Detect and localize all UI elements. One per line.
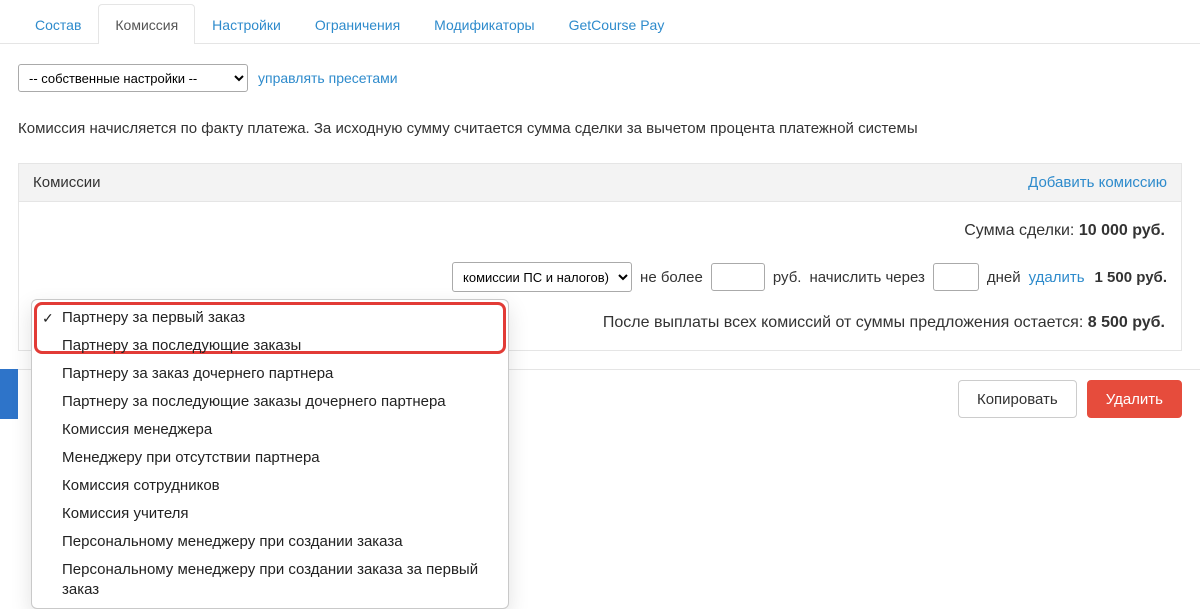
dd-item-4[interactable]: Комиссия менеджера [32, 416, 508, 444]
dd-item-0[interactable]: Партнеру за первый заказ [32, 304, 508, 332]
deal-sum-value: 10 000 руб. [1079, 222, 1165, 239]
limit-prefix: не более [640, 269, 703, 286]
tab-sostav[interactable]: Состав [18, 4, 98, 44]
deal-sum-label: Сумма сделки: [964, 222, 1079, 239]
base-select[interactable]: комиссии ПС и налогов) [452, 262, 632, 292]
days-input[interactable] [933, 263, 979, 291]
dd-item-9[interactable]: Персональному менеджеру при создании зак… [32, 556, 508, 604]
days-label: дней [987, 269, 1021, 286]
tab-getcourse-pay[interactable]: GetCourse Pay [552, 4, 682, 44]
dd-item-8[interactable]: Персональному менеджеру при создании зак… [32, 528, 508, 556]
preset-select[interactable]: -- собственные настройки -- [18, 64, 248, 92]
deal-sum-row: Сумма сделки: 10 000 руб. [33, 216, 1167, 258]
dd-item-7[interactable]: Комиссия учителя [32, 500, 508, 528]
dd-item-3[interactable]: Партнеру за последующие заказы дочернего… [32, 388, 508, 416]
remain-label: После выплаты всех комиссий от суммы пре… [603, 314, 1088, 331]
dd-item-6[interactable]: Комиссия сотрудников [32, 472, 508, 500]
tab-nastroyki[interactable]: Настройки [195, 4, 298, 44]
tab-ogranicheniya[interactable]: Ограничения [298, 4, 417, 44]
accrue-prefix: начислить через [809, 269, 924, 286]
remain-value: 8 500 руб. [1088, 314, 1165, 331]
panel-header: Комиссии Добавить комиссию [19, 164, 1181, 202]
add-commission-link[interactable]: Добавить комиссию [1028, 174, 1167, 191]
preset-row: -- собственные настройки -- управлять пр… [0, 44, 1200, 98]
rub-label-1: руб. [773, 269, 802, 286]
info-text: Комиссия начисляется по факту платежа. З… [0, 98, 1200, 163]
tabs: Состав Комиссия Настройки Ограничения Мо… [0, 4, 1200, 44]
tab-modifikatory[interactable]: Модификаторы [417, 4, 551, 44]
commission-type-dropdown[interactable]: Партнеру за первый заказ Партнеру за пос… [31, 299, 509, 609]
line-amount: 1 500 руб. [1095, 269, 1167, 286]
manage-presets-link[interactable]: управлять пресетами [258, 70, 398, 86]
line-delete-link[interactable]: удалить [1029, 269, 1085, 286]
tab-komissiya[interactable]: Комиссия [98, 4, 195, 44]
dd-item-5[interactable]: Менеджеру при отсутствии партнера [32, 444, 508, 472]
dd-item-1[interactable]: Партнеру за последующие заказы [32, 332, 508, 360]
dd-item-2[interactable]: Партнеру за заказ дочернего партнера [32, 360, 508, 388]
panel-title: Комиссии [33, 174, 101, 191]
copy-button[interactable]: Копировать [958, 380, 1077, 418]
limit-input[interactable] [711, 263, 765, 291]
left-blue-bar [0, 369, 18, 419]
delete-button[interactable]: Удалить [1087, 380, 1182, 418]
